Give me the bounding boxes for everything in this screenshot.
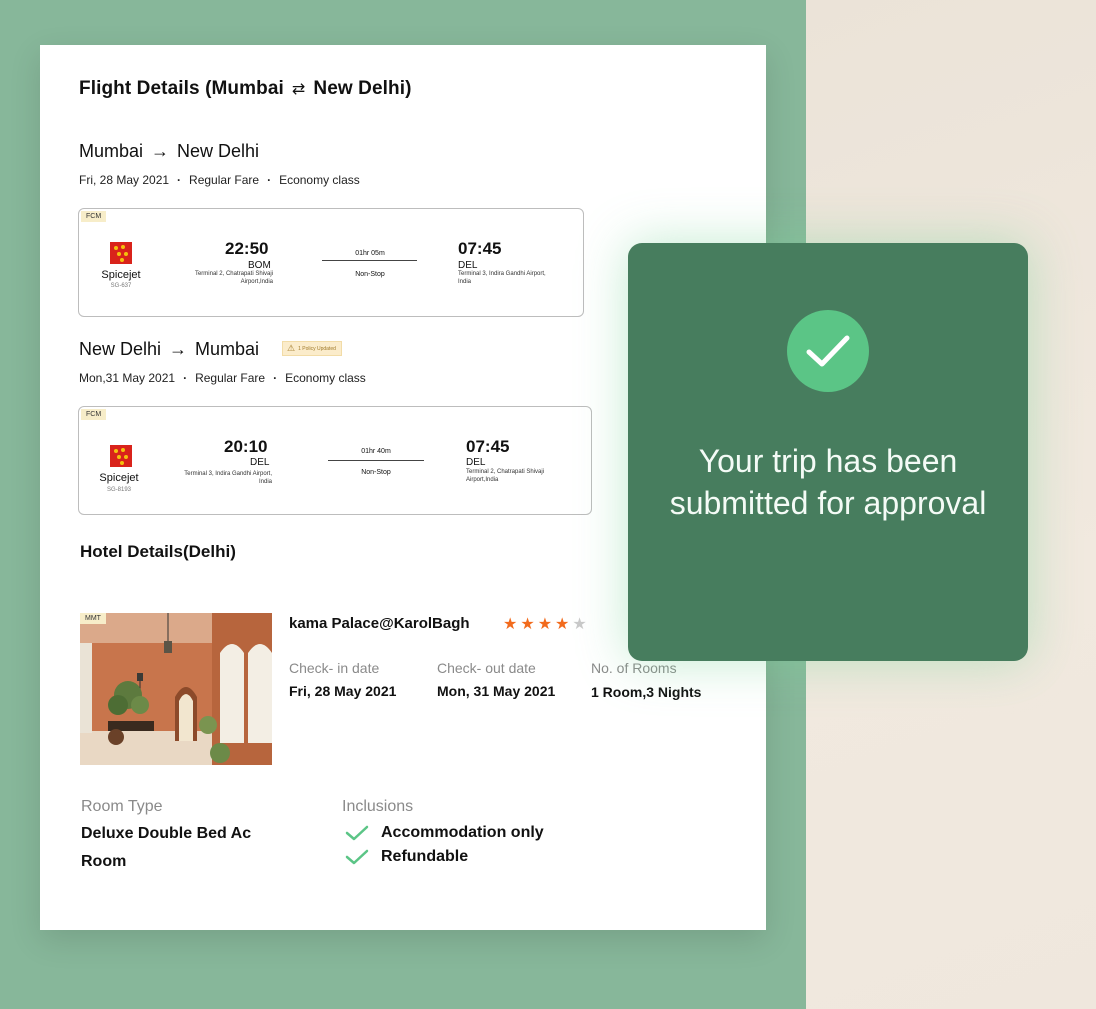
outbound-date: Fri, 28 May 2021: [79, 173, 170, 187]
outbound-route: Mumbai → New Delhi: [79, 141, 259, 162]
hotel-photo[interactable]: MMT: [80, 613, 272, 765]
check-icon: [345, 825, 369, 841]
route-line: [328, 460, 424, 461]
room-type-label: Room Type: [81, 798, 163, 815]
arrival-time: 07:45: [458, 239, 502, 258]
departure-terminal: Terminal 3, Indira Gandhi Airport, India: [184, 471, 272, 485]
outbound-meta: Fri, 28 May 2021 · Regular Fare · Economy cl…: [79, 173, 360, 187]
vendor-tag: FCM: [81, 211, 107, 222]
star-filled-icon: ★: [537, 616, 556, 633]
spicejet-logo-icon: [110, 445, 132, 467]
outbound-from-city: Mumbai: [79, 141, 144, 161]
room-type-line-2: Room: [81, 853, 127, 870]
checkout-label: Check- out date: [437, 660, 536, 676]
arrival-terminal: Terminal 2, Chatrapati Shivaji Airport,I…: [466, 469, 545, 483]
confirmation-line-1: Your trip has been: [698, 443, 958, 479]
return-fare: Regular Fare: [195, 371, 266, 385]
outbound-flight-card[interactable]: FCM Spicejet SG-637 22:50 BOM Terminal 2…: [78, 208, 584, 317]
outbound-to-city: New Delhi: [177, 141, 260, 161]
title-from: Flight Details (Mumbai: [79, 78, 284, 99]
flight-details-title: Flight Details (Mumbai ⇄ New Delhi): [79, 78, 412, 100]
arrival-terminal: Terminal 3, Indira Gandhi Airport, India: [458, 271, 546, 285]
departure-time: 22:50: [225, 239, 269, 258]
departure-code: DEL: [250, 457, 270, 468]
star-filled-icon: ★: [555, 616, 573, 633]
inclusion-item: Refundable: [345, 848, 468, 866]
room-type-line-1: Deluxe Double Bed Ac: [81, 825, 252, 842]
title-to: New Delhi): [313, 78, 412, 99]
spicejet-logo-icon: [110, 242, 132, 264]
airline-name: Spicejet: [99, 472, 139, 484]
swap-arrows-icon: ⇄: [291, 81, 306, 98]
vendor-tag: FCM: [81, 409, 107, 420]
warning-icon: ⚠: [287, 343, 296, 353]
return-route: New Delhi → Mumbai: [79, 339, 259, 360]
dot-separator: ·: [267, 173, 272, 187]
dot-separator: ·: [273, 371, 278, 385]
check-circle-icon: [787, 310, 869, 392]
star-filled-icon: ★: [520, 616, 538, 633]
inclusion-text: Accommodation only: [381, 824, 544, 841]
checkin-value: Fri, 28 May 2021: [289, 683, 397, 699]
inclusion-item: Accommodation only: [345, 824, 544, 842]
departure-terminal: Terminal 2, Chatrapati Shivaji Airport,I…: [194, 271, 273, 285]
dot-separator: ·: [177, 173, 182, 187]
inclusions-label: Inclusions: [342, 798, 414, 815]
departure-time: 20:10: [224, 437, 268, 456]
checkout-value: Mon, 31 May 2021: [437, 683, 556, 699]
flight-duration: 01hr 05m: [355, 250, 385, 257]
check-icon: [345, 849, 369, 865]
return-from-city: New Delhi: [79, 339, 162, 359]
confirmation-message: Your trip has been submitted for approva…: [648, 440, 1008, 524]
return-date: Mon,31 May 2021: [79, 371, 176, 385]
flight-duration: 01hr 40m: [361, 448, 391, 455]
outbound-fare: Regular Fare: [189, 173, 260, 187]
flight-number: SG-8193: [106, 487, 131, 493]
stops-info: Non-Stop: [355, 271, 385, 278]
inclusion-text: Refundable: [381, 848, 469, 865]
hotel-details-title: Hotel Details(Delhi): [80, 542, 236, 561]
star-empty-icon: ★: [572, 616, 590, 633]
vendor-tag: MMT: [80, 613, 106, 624]
return-meta: Mon,31 May 2021 · Regular Fare · Economy cla…: [79, 371, 366, 385]
star-filled-icon: ★: [503, 616, 521, 633]
stops-info: Non-Stop: [361, 469, 391, 476]
checkin-label: Check- in date: [289, 660, 380, 676]
airline-name: Spicejet: [101, 269, 141, 281]
star-rating: ★★★★★: [503, 614, 590, 634]
right-arrow-icon: →: [151, 141, 170, 161]
return-flight-card[interactable]: FCM Spicejet SG-8193 20:10 DEL Terminal …: [78, 406, 592, 515]
confirmation-line-2: submitted for approval: [669, 485, 987, 521]
arrival-time: 07:45: [466, 437, 510, 456]
hotel-name[interactable]: kama Palace@KarolBagh: [289, 615, 470, 632]
approval-confirmation-modal: Your trip has been submitted for approva…: [628, 243, 1028, 661]
outbound-cabin: Economy class: [279, 173, 360, 187]
route-line: [322, 260, 417, 261]
policy-badge-text: 1 Policy Updated: [298, 345, 336, 352]
room-type-value: Deluxe Double Bed Ac Room: [81, 820, 251, 876]
policy-updated-badge[interactable]: ⚠ 1 Policy Updated: [282, 341, 342, 356]
rooms-label: No. of Rooms: [591, 660, 677, 676]
arrival-code: DEL: [466, 457, 486, 468]
return-to-city: Mumbai: [195, 339, 260, 359]
flight-number: SG-637: [110, 283, 132, 289]
dot-separator: ·: [183, 371, 188, 385]
right-arrow-icon: →: [169, 339, 188, 359]
return-cabin: Economy class: [285, 371, 366, 385]
rooms-value: 1 Room,3 Nights: [591, 684, 702, 700]
